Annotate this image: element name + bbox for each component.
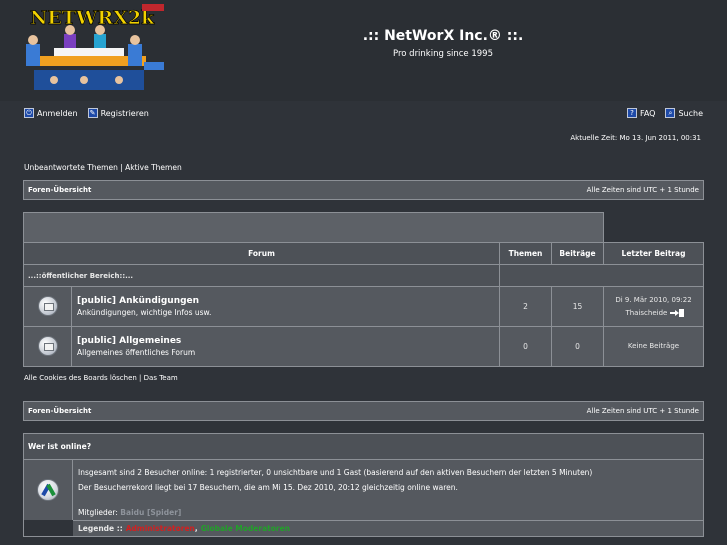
forum-status-cell	[23, 326, 72, 367]
board-links: Alle Cookies des Boards löschen | Das Te…	[24, 374, 178, 382]
col-last-post: Letzter Beitrag	[603, 242, 704, 265]
user-links: ⏻ Anmelden ✎ Registrieren	[24, 107, 149, 119]
quick-links: Unbeantwortete Themen | Aktive Themen	[24, 163, 182, 172]
col-posts: Beiträge	[551, 242, 604, 265]
members-label: Mitglieder:	[78, 508, 118, 517]
breadcrumb-bottom: Foren-Übersicht Alle Zeiten sind UTC + 1…	[23, 401, 704, 421]
forum-read-icon	[37, 295, 58, 316]
forum-title-link[interactable]: [public] Allgemeines	[77, 336, 499, 346]
last-post-date: Keine Beiträge	[627, 342, 680, 350]
category-bar	[23, 212, 604, 243]
delete-cookies-link[interactable]: Alle Cookies des Boards löschen	[24, 374, 137, 382]
current-time: Aktuelle Zeit: Mo 13. Jun 2011, 00:31	[570, 134, 701, 142]
section-title[interactable]: ...::öffentlicher Bereich::...	[23, 264, 500, 287]
login-icon: ⏻	[24, 108, 34, 118]
section-filler	[499, 264, 704, 287]
member-link[interactable]: Baidu [Spider]	[120, 508, 181, 517]
separator: |	[139, 374, 142, 382]
online-members: Mitglieder: Baidu [Spider]	[78, 505, 699, 520]
legend-label: Legende ::	[78, 524, 123, 533]
forum-description: Allgemeines öffentliches Forum	[77, 348, 196, 357]
col-topics: Themen	[499, 242, 552, 265]
online-users-icon	[37, 479, 59, 501]
site-logo[interactable]: NETWRX2k	[24, 4, 172, 94]
site-description: Pro drinking since 1995	[392, 49, 493, 59]
online-title[interactable]: Wer ist online?	[24, 434, 703, 460]
forum-title-link[interactable]: [public] Ankündigungen	[77, 296, 499, 306]
table-header: Forum Themen Beiträge Letzter Beitrag	[23, 242, 704, 265]
search-link[interactable]: ⌕ Suche	[665, 108, 703, 118]
forum-posts-count: 0	[551, 326, 604, 367]
site-title: .:: NetWorX Inc.® ::.	[362, 28, 524, 44]
forum-index-link[interactable]: Foren-Übersicht	[28, 407, 91, 415]
forum-index-link[interactable]: Foren-Übersicht	[28, 186, 91, 194]
forum-topics-count: 0	[499, 326, 552, 367]
active-topics-link[interactable]: Aktive Themen	[125, 163, 182, 172]
breadcrumb-top: Foren-Übersicht Alle Zeiten sind UTC + 1…	[23, 180, 704, 200]
forum-topics-count: 2	[499, 286, 552, 327]
forum-last-post: Di 9. Mär 2010, 09:22 Thaischeide	[603, 286, 704, 327]
search-label: Suche	[678, 108, 703, 118]
goto-last-post-icon[interactable]	[669, 308, 684, 317]
forum-row: [public] Ankündigungen Ankündigungen, wi…	[23, 286, 704, 327]
forum-description: Ankündigungen, wichtige Infos usw.	[77, 308, 212, 317]
last-post-date: Di 9. Mär 2010, 09:22	[615, 295, 692, 304]
forum-read-icon	[37, 335, 58, 356]
online-summary: Insgesamt sind 2 Besucher online: 1 regi…	[78, 468, 593, 477]
login-link[interactable]: ⏻ Anmelden	[24, 108, 78, 118]
register-icon: ✎	[87, 108, 98, 118]
register-label: Registrieren	[100, 108, 149, 118]
question-icon: ?	[626, 108, 637, 118]
legend-mods-link[interactable]: Globale Moderatoren	[201, 524, 290, 533]
forum-table: Forum Themen Beiträge Letzter Beitrag ..…	[23, 212, 704, 367]
unanswered-topics-link[interactable]: Unbeantwortete Themen	[24, 163, 118, 172]
team-link[interactable]: Das Team	[144, 374, 178, 382]
who-is-online-panel: Wer ist online? Insgesamt sind 2 Besuche…	[23, 433, 704, 537]
legend-admins-link[interactable]: Administratoren	[126, 524, 195, 533]
separator: |	[120, 163, 123, 172]
timezone-info: Alle Zeiten sind UTC + 1 Stunde	[586, 186, 699, 194]
online-text: Insgesamt sind 2 Besucher online: 1 regi…	[73, 460, 703, 520]
forum-info: [public] Ankündigungen Ankündigungen, wi…	[71, 286, 500, 327]
timezone-info: Alle Zeiten sind UTC + 1 Stunde	[586, 407, 699, 415]
header: NETWRX2k .:: NetWorX Inc.® ::. Pro drink…	[0, 0, 727, 101]
faq-label: FAQ	[639, 108, 656, 118]
online-record: Der Besucherrekord liegt bei 17 Besucher…	[78, 483, 458, 492]
search-icon: ⌕	[665, 108, 676, 118]
online-body: Insgesamt sind 2 Besucher online: 1 regi…	[24, 460, 703, 520]
forum-last-post: Keine Beiträge	[603, 326, 704, 367]
last-post-author-link[interactable]: Thaischeide	[625, 309, 667, 317]
faq-link[interactable]: ? FAQ	[626, 108, 656, 118]
forum-row: [public] Allgemeines Allgemeines öffentl…	[23, 326, 704, 367]
register-link[interactable]: ✎ Registrieren	[87, 108, 149, 118]
help-links: ? FAQ ⌕ Suche	[626, 107, 703, 119]
forum-info: [public] Allgemeines Allgemeines öffentl…	[71, 326, 500, 367]
section-row: ...::öffentlicher Bereich::...	[23, 264, 704, 287]
legend: Legende :: Administratoren, Globale Mode…	[73, 520, 703, 536]
online-icon-cell	[24, 460, 73, 520]
forum-posts-count: 15	[551, 286, 604, 327]
col-forum: Forum	[23, 242, 500, 265]
svg-text:NETWRX2k: NETWRX2k	[30, 7, 155, 29]
forum-status-cell	[23, 286, 72, 327]
login-label: Anmelden	[37, 108, 78, 118]
